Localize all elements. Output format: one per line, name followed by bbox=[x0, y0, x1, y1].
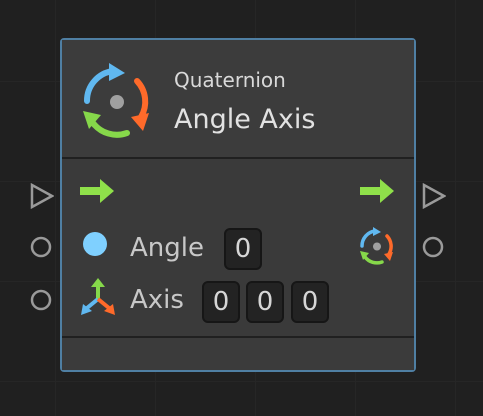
angle-label: Angle bbox=[130, 233, 204, 263]
axis-x-field[interactable]: 0 bbox=[202, 281, 240, 323]
node-body: Angle 0 Axis 0 0 0 bbox=[62, 159, 414, 338]
flow-input-port[interactable] bbox=[30, 183, 54, 209]
quaternion-angle-axis-node[interactable]: Quaternion Angle Axis Angle 0 Axis 0 0 0 bbox=[60, 38, 416, 372]
flow-out-arrow-icon bbox=[360, 179, 394, 203]
node-subtitle: Quaternion bbox=[174, 68, 286, 92]
quaternion-output-icon bbox=[360, 227, 393, 265]
flow-output-port[interactable] bbox=[422, 183, 446, 209]
angle-input-port[interactable] bbox=[30, 236, 52, 258]
quaternion-output-port[interactable] bbox=[422, 236, 444, 258]
axis-z-field[interactable]: 0 bbox=[291, 281, 329, 323]
node-header[interactable]: Quaternion Angle Axis bbox=[62, 40, 414, 159]
axis-label: Axis bbox=[130, 285, 184, 315]
quaternion-rotation-icon bbox=[83, 63, 149, 138]
axis-y-field[interactable]: 0 bbox=[246, 281, 284, 323]
angle-field[interactable]: 0 bbox=[224, 228, 262, 270]
float-dot-icon bbox=[83, 232, 107, 256]
flow-in-arrow-icon bbox=[80, 179, 114, 203]
axis-input-port[interactable] bbox=[30, 289, 52, 311]
axes-arrows-icon bbox=[81, 278, 115, 315]
node-title: Angle Axis bbox=[174, 104, 316, 135]
node-footer bbox=[62, 338, 414, 370]
